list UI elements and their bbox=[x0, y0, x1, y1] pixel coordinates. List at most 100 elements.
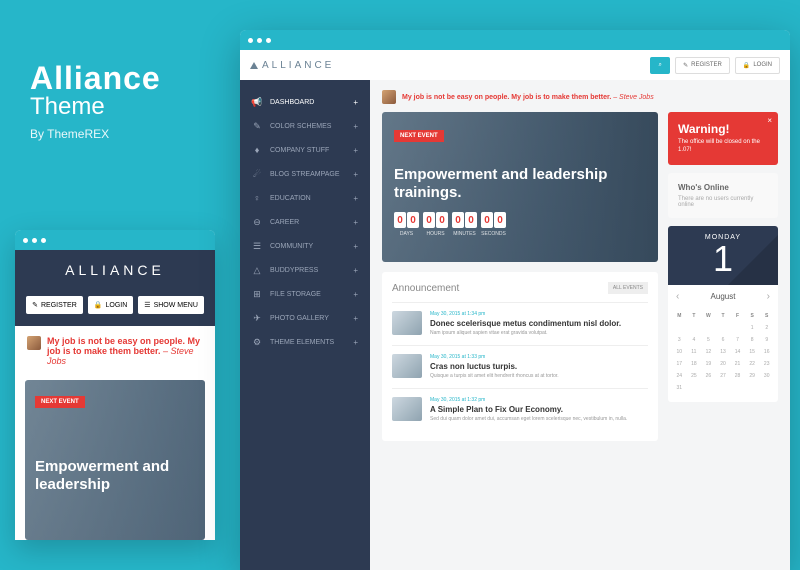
desktop-titlebar bbox=[240, 30, 790, 50]
calendar-cell bbox=[730, 382, 745, 394]
pencil-icon: ✎ bbox=[32, 301, 38, 309]
hero-title: Empowerment and leadership bbox=[35, 458, 195, 494]
calendar-cell[interactable]: 31 bbox=[672, 382, 687, 394]
post-excerpt: Quisque a turpis sit amet elit hendrerit… bbox=[430, 373, 559, 380]
calendar-cell[interactable]: 22 bbox=[745, 358, 760, 370]
calendar-cell[interactable]: 29 bbox=[745, 370, 760, 382]
announcement-post[interactable]: May 30, 2015 at 1:32 pmA Simple Plan to … bbox=[392, 388, 648, 431]
mobile-quote: My job is not be easy on people. My job … bbox=[15, 326, 215, 376]
sidebar-item-label: PHOTO GALLERY bbox=[270, 315, 329, 322]
login-button[interactable]: 🔒LOGIN bbox=[88, 296, 134, 314]
calendar-cell[interactable]: 3 bbox=[672, 334, 687, 346]
expand-icon: + bbox=[353, 218, 358, 227]
expand-icon: + bbox=[353, 194, 358, 203]
register-button[interactable]: ✎REGISTER bbox=[26, 296, 83, 314]
calendar-cell[interactable]: 18 bbox=[687, 358, 702, 370]
expand-icon: + bbox=[353, 290, 358, 299]
calendar-cell[interactable]: 20 bbox=[716, 358, 731, 370]
calendar-cell[interactable]: 14 bbox=[730, 346, 745, 358]
sidebar-item-label: BLOG STREAMPAGE bbox=[270, 171, 340, 178]
calendar-cell[interactable]: 9 bbox=[759, 334, 774, 346]
sidebar-item-blog-streampage[interactable]: ☄BLOG STREAMPAGE+ bbox=[240, 162, 370, 186]
announcement-panel: Announcement ALL EVENTS May 30, 2015 at … bbox=[382, 272, 658, 441]
calendar-cell[interactable]: 24 bbox=[672, 370, 687, 382]
mobile-preview: ALLIANCE ✎REGISTER 🔒LOGIN ☰SHOW MENU My … bbox=[15, 230, 215, 540]
all-events-button[interactable]: ALL EVENTS bbox=[608, 282, 648, 294]
showmenu-button[interactable]: ☰SHOW MENU bbox=[138, 296, 204, 314]
next-event-badge: NEXT EVENT bbox=[35, 396, 85, 408]
calendar-cell[interactable]: 25 bbox=[687, 370, 702, 382]
calendar-cell[interactable]: 11 bbox=[687, 346, 702, 358]
calendar-cell[interactable]: 21 bbox=[730, 358, 745, 370]
calendar-cell[interactable]: 19 bbox=[701, 358, 716, 370]
sidebar-item-label: COMMUNITY bbox=[270, 243, 313, 250]
calendar-cell[interactable]: 28 bbox=[730, 370, 745, 382]
promo-title: Alliance bbox=[30, 60, 161, 97]
promo-block: Alliance Theme By ThemeREX bbox=[30, 60, 161, 141]
sidebar-item-label: FILE STORAGE bbox=[270, 291, 321, 298]
post-thumbnail bbox=[392, 354, 422, 378]
calendar-cell[interactable]: 10 bbox=[672, 346, 687, 358]
sidebar-item-color-schemes[interactable]: ✎COLOR SCHEMES+ bbox=[240, 114, 370, 138]
sidebar-item-company-stuff[interactable]: ♦COMPANY STUFF+ bbox=[240, 138, 370, 162]
sidebar-item-label: CAREER bbox=[270, 219, 299, 226]
sidebar-icon: ⚙ bbox=[252, 337, 262, 347]
desktop-hero: NEXT EVENT Empowerment and leadership tr… bbox=[382, 112, 658, 262]
desktop-preview: ALLIANCE ⌕ ✎REGISTER 🔒LOGIN 📢 DASHBOARD + ✎… bbox=[240, 30, 790, 570]
calendar-cell[interactable]: 16 bbox=[759, 346, 774, 358]
sidebar-item-career[interactable]: ⊖CAREER+ bbox=[240, 210, 370, 234]
calendar-cell[interactable]: 5 bbox=[701, 334, 716, 346]
sidebar-icon: 📢 bbox=[252, 97, 262, 107]
calendar-cell[interactable]: 1 bbox=[745, 322, 760, 334]
post-title: A Simple Plan to Fix Our Economy. bbox=[430, 405, 627, 414]
sidebar-icon: △ bbox=[252, 265, 262, 275]
calendar-cell[interactable]: 27 bbox=[716, 370, 731, 382]
calendar-cell[interactable]: 23 bbox=[759, 358, 774, 370]
sidebar-item-buddypress[interactable]: △BUDDYPRESS+ bbox=[240, 258, 370, 282]
calendar-cell[interactable]: 26 bbox=[701, 370, 716, 382]
sidebar-item-label: COMPANY STUFF bbox=[270, 147, 329, 154]
search-button[interactable]: ⌕ bbox=[650, 57, 670, 74]
announcement-post[interactable]: May 30, 2015 at 1:33 pmCras non luctus t… bbox=[392, 345, 648, 388]
sidebar-item-label: THEME ELEMENTS bbox=[270, 339, 334, 346]
promo-subtitle: Theme bbox=[30, 93, 161, 121]
calendar-cell[interactable]: 4 bbox=[687, 334, 702, 346]
calendar-cell[interactable]: 15 bbox=[745, 346, 760, 358]
calendar-cell[interactable]: 13 bbox=[716, 346, 731, 358]
sidebar-item-photo-gallery[interactable]: ✈PHOTO GALLERY+ bbox=[240, 306, 370, 330]
who-body: There are no users currently online bbox=[678, 196, 768, 208]
sidebar-item-label: COLOR SCHEMES bbox=[270, 123, 331, 130]
calendar-cell[interactable]: 30 bbox=[759, 370, 774, 382]
sidebar-item-dashboard[interactable]: 📢 DASHBOARD + bbox=[240, 90, 370, 114]
calendar-cell[interactable]: 17 bbox=[672, 358, 687, 370]
topbar: ALLIANCE ⌕ ✎REGISTER 🔒LOGIN bbox=[240, 50, 790, 80]
sidebar-item-label: DASHBOARD bbox=[270, 99, 314, 106]
next-month-icon[interactable]: › bbox=[767, 291, 770, 302]
calendar-cell bbox=[716, 382, 731, 394]
prev-month-icon[interactable]: ‹ bbox=[676, 291, 679, 302]
calendar-cell bbox=[687, 382, 702, 394]
search-icon: ⌕ bbox=[658, 62, 661, 69]
register-button[interactable]: ✎REGISTER bbox=[675, 57, 730, 74]
calendar-cell bbox=[701, 322, 716, 334]
calendar-cell[interactable]: 6 bbox=[716, 334, 731, 346]
close-icon[interactable]: × bbox=[767, 116, 772, 125]
avatar bbox=[382, 90, 396, 104]
login-button[interactable]: 🔒LOGIN bbox=[735, 57, 780, 74]
announcement-post[interactable]: May 30, 2015 at 1:34 pmDonec scelerisque… bbox=[392, 302, 648, 345]
expand-icon: + bbox=[353, 98, 358, 107]
sidebar-icon: ♀ bbox=[252, 193, 262, 203]
countdown: 00DAYS00HOURS00MINUTES00SECONDS bbox=[394, 212, 646, 237]
sidebar-item-file-storage[interactable]: ⊞FILE STORAGE+ bbox=[240, 282, 370, 306]
expand-icon: + bbox=[353, 146, 358, 155]
sidebar-item-community[interactable]: ☰COMMUNITY+ bbox=[240, 234, 370, 258]
sidebar-item-theme-elements[interactable]: ⚙THEME ELEMENTS+ bbox=[240, 330, 370, 354]
calendar-cell[interactable]: 7 bbox=[730, 334, 745, 346]
calendar-cell[interactable]: 8 bbox=[745, 334, 760, 346]
calendar-cell[interactable]: 2 bbox=[759, 322, 774, 334]
mobile-titlebar bbox=[15, 230, 215, 250]
hero-title: Empowerment and leadership trainings. bbox=[394, 166, 646, 202]
avatar bbox=[27, 336, 41, 350]
calendar-cell[interactable]: 12 bbox=[701, 346, 716, 358]
sidebar-item-education[interactable]: ♀EDUCATION+ bbox=[240, 186, 370, 210]
